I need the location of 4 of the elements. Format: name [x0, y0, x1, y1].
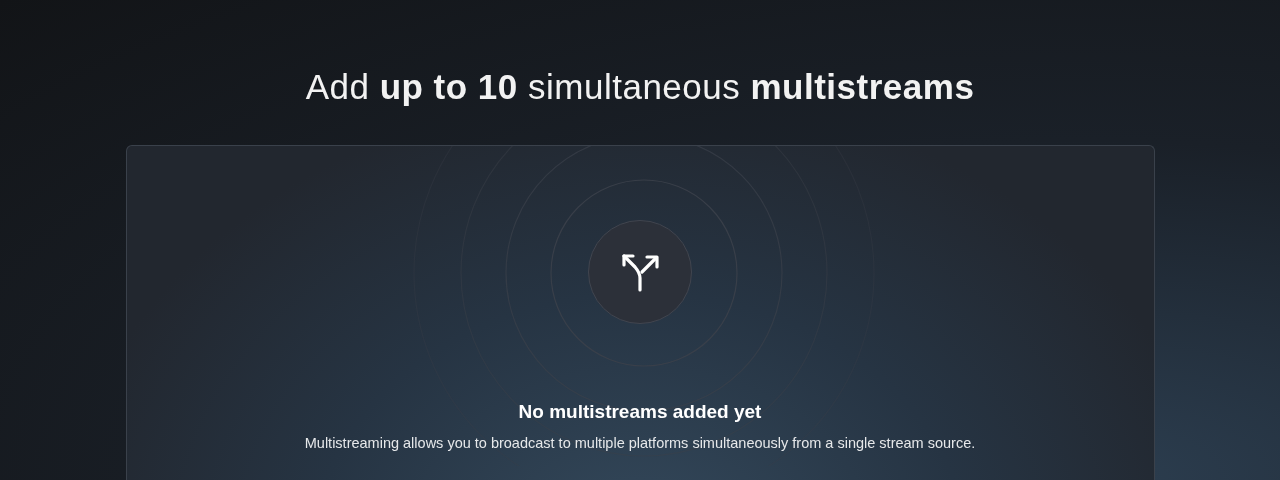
split-arrow-icon — [619, 251, 661, 293]
headline: Add up to 10 simultaneous multistreams — [304, 66, 976, 108]
empty-state-title: No multistreams added yet — [518, 400, 762, 424]
empty-state-description: Multistreaming allows you to broadcast to multiple platforms simultaneously from a single stream source. — [304, 433, 976, 453]
